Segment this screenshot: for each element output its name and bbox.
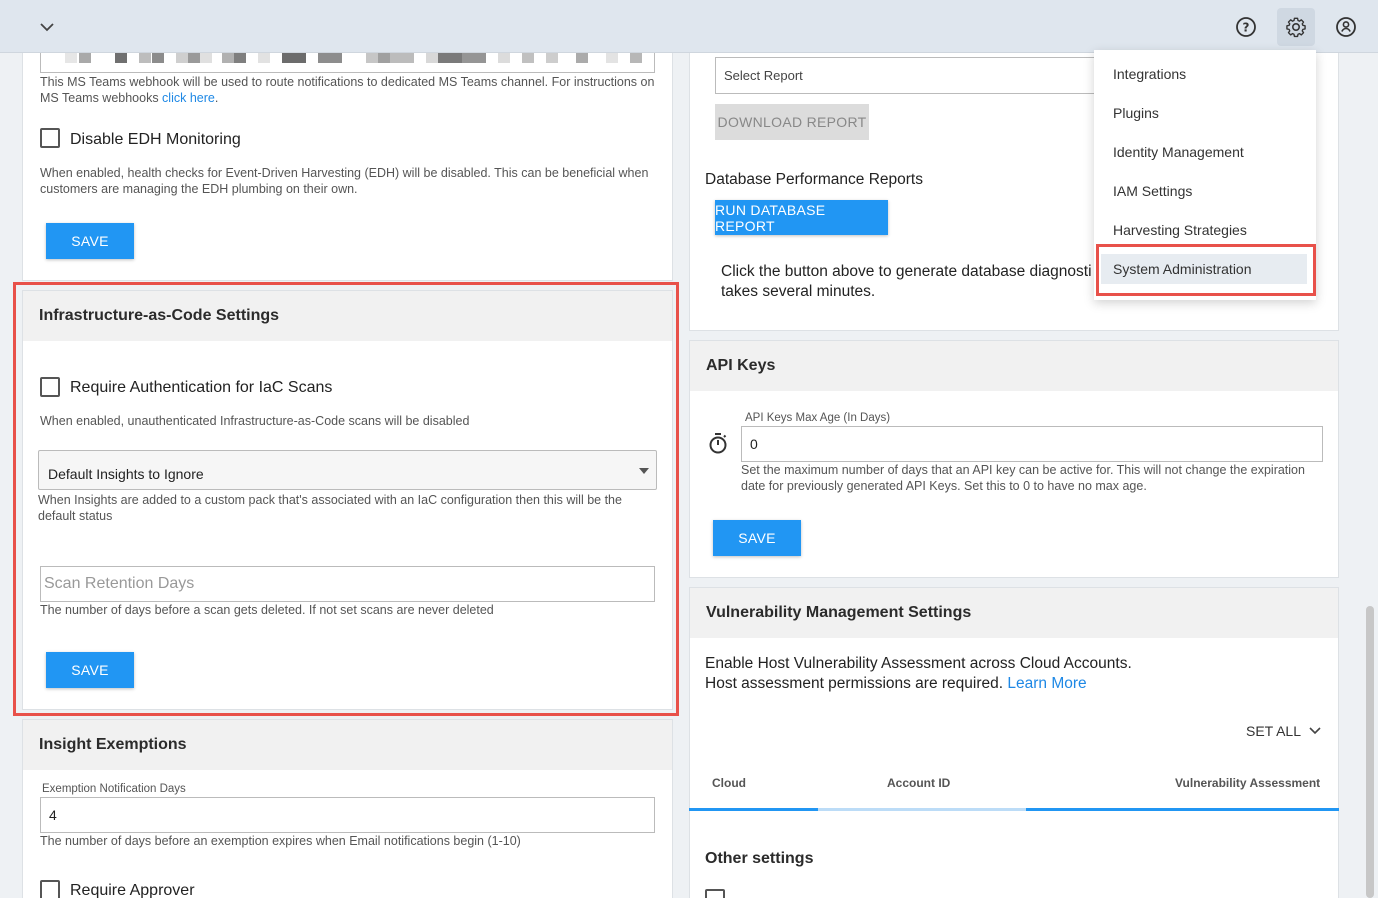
other-settings-title: Other settings [705,850,814,867]
default-insights-value: Default Insights to Ignore [48,466,204,482]
column-header-vulnerability-assessment[interactable]: Vulnerability Assessment [1175,776,1320,790]
gear-icon[interactable] [1277,8,1315,46]
ms-teams-webhook-help: This MS Teams webhook will be used to ro… [40,74,655,106]
help-text-suffix: . [214,91,219,105]
menu-item-harvesting-strategies[interactable]: Harvesting Strategies [1113,222,1247,238]
column-header-account-id[interactable]: Account ID [887,776,950,790]
vulnerability-desc-line2: Host assessment permissions are required… [705,674,1004,692]
account-circle-icon[interactable] [1327,8,1365,46]
require-auth-help: When enabled, unauthenticated Infrastruc… [40,414,470,428]
click-here-link[interactable]: click here [162,91,215,105]
api-max-age-input[interactable]: 0 [741,426,1323,462]
column-underline [689,808,818,811]
require-approver-label: Require Approver [70,882,195,898]
column-header-cloud[interactable]: Cloud [712,776,746,790]
disable-edh-checkbox[interactable] [40,128,60,148]
db-report-help-line1: Click the button above to generate datab… [721,263,1092,280]
api-max-age-value: 0 [750,436,758,452]
scan-retention-placeholder: Scan Retention Days [44,575,195,592]
menu-item-identity-management[interactable]: Identity Management [1113,144,1244,160]
help-circle-icon[interactable]: ? [1227,8,1265,46]
db-reports-title: Database Performance Reports [705,171,923,188]
scan-retention-help: The number of days before a scan gets de… [40,603,494,617]
default-insights-help: When Insights are added to a custom pack… [38,493,622,523]
ms-teams-webhook-input[interactable] [40,53,655,73]
menu-item-iam-settings[interactable]: IAM Settings [1113,183,1192,199]
vulnerability-desc-line1: Enable Host Vulnerability Assessment acr… [705,655,1132,672]
default-insights-select[interactable]: Default Insights to Ignore [38,450,657,490]
chevron-down-icon [1309,727,1321,735]
exemption-days-value: 4 [49,807,57,823]
vulnerability-title: Vulnerability Management Settings [690,588,1338,638]
column-underline [818,808,1026,811]
page-scrollbar[interactable] [1366,606,1374,898]
vulnerability-description: Enable Host Vulnerability Assessment acr… [705,654,1132,693]
exemption-days-input[interactable]: 4 [40,797,655,833]
top-bar: ? [0,0,1378,53]
db-report-help-line2: takes several minutes. [721,282,876,300]
require-approver-checkbox[interactable] [40,880,60,898]
set-all-dropdown[interactable]: SET ALL [1246,723,1321,739]
learn-more-link[interactable]: Learn More [1007,675,1086,692]
select-report-placeholder: Select Report [724,68,803,83]
require-auth-label: Require Authentication for IaC Scans [70,379,333,396]
db-report-help: Click the button above to generate datab… [721,262,1092,301]
download-report-button[interactable]: DOWNLOAD REPORT [715,104,869,140]
timer-icon [709,433,727,454]
menu-item-system-administration[interactable]: System Administration [1101,254,1307,284]
scan-retention-days-input[interactable]: Scan Retention Days [40,566,655,602]
settings-menu: Integrations Plugins Identity Management… [1094,50,1316,300]
require-auth-checkbox[interactable] [40,377,60,397]
menu-item-plugins[interactable]: Plugins [1113,105,1159,121]
other-settings-checkbox[interactable] [705,889,725,898]
run-database-report-button[interactable]: RUN DATABASE REPORT [715,200,888,235]
svg-text:?: ? [1243,21,1250,35]
caret-down-icon [639,468,649,474]
api-max-age-label: API Keys Max Age (In Days) [745,412,891,424]
set-all-label: SET ALL [1246,723,1302,739]
exemption-days-help: The number of days before an exemption e… [40,834,521,848]
api-keys-save-button[interactable]: SAVE [713,520,801,556]
help-text: This MS Teams webhook will be used to ro… [40,75,655,105]
disable-edh-help: When enabled, health checks for Event-Dr… [40,166,649,196]
iac-settings-title: Infrastructure-as-Code Settings [23,291,672,341]
iac-save-button[interactable]: SAVE [46,652,134,688]
notifications-save-button[interactable]: SAVE [46,223,134,259]
menu-item-integrations[interactable]: Integrations [1113,66,1186,82]
column-underline [1026,808,1339,811]
insight-exemptions-title: Insight Exemptions [23,720,672,770]
exemption-days-label: Exemption Notification Days [42,783,186,795]
select-report-dropdown[interactable]: Select Report [715,57,1115,94]
api-keys-title: API Keys [690,341,1338,391]
api-max-age-help: Set the maximum number of days that an A… [741,463,1305,493]
disable-edh-label: Disable EDH Monitoring [70,131,241,148]
chevron-down-icon[interactable] [38,18,56,36]
